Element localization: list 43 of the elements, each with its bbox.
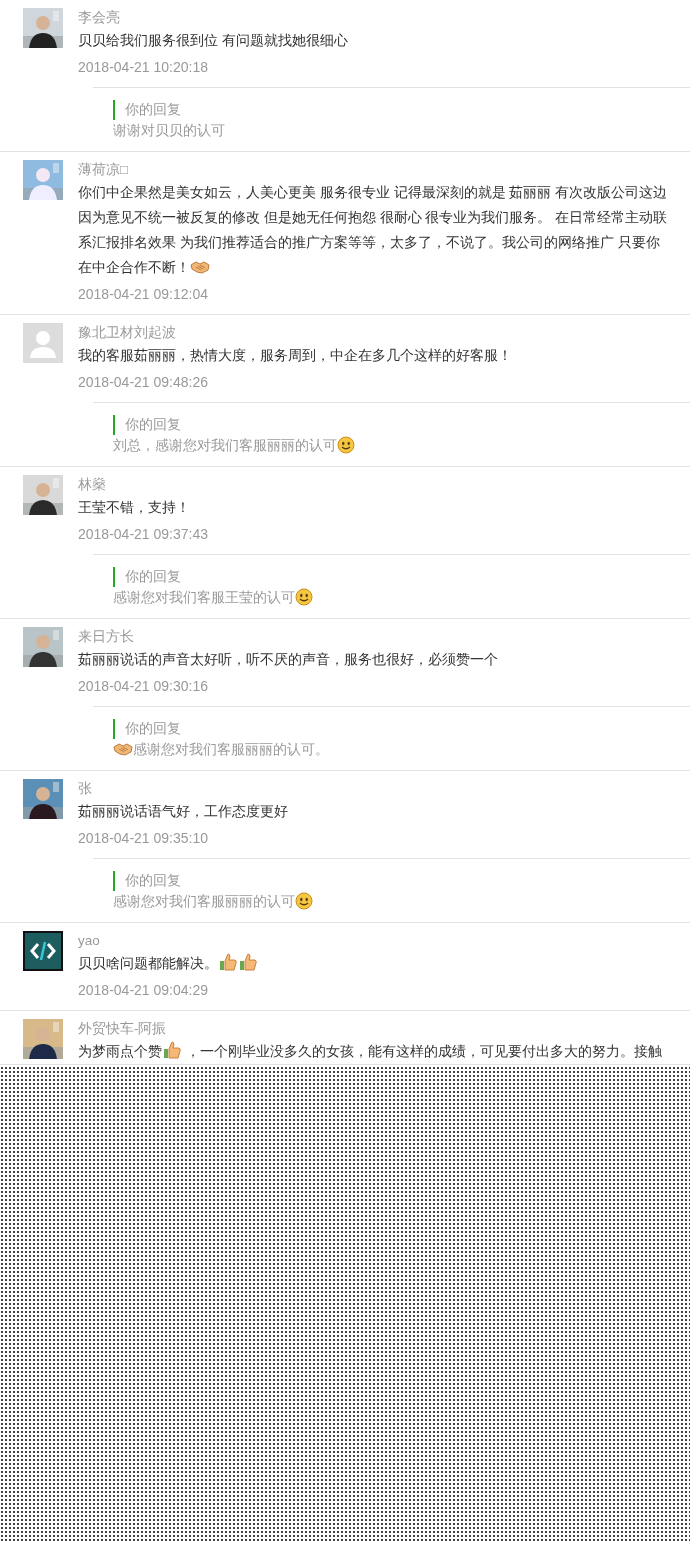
reply-label: 你的回复 <box>113 719 181 739</box>
smile-icon <box>337 436 355 454</box>
comment-text: 贝贝给我们服务很到位 有问题就找她很细心 <box>78 32 349 50</box>
reply-text: 感谢您对我们客服王莹的认可 <box>113 587 690 609</box>
comment-text: 我的客服茹丽丽，热情大度，服务周到，中企在多几个这样的好客服！ <box>78 347 513 365</box>
thumbs-up-icon <box>238 952 258 972</box>
timestamp: 2018-04-21 09:30:16 <box>78 677 209 696</box>
smile-icon <box>295 892 313 910</box>
timestamp: 2018-04-21 09:37:43 <box>78 525 209 544</box>
smile-icon <box>295 588 313 606</box>
reply-text: 谢谢对贝贝的认可 <box>113 122 226 140</box>
user-name: 外贸快车-阿振 <box>78 1020 168 1038</box>
reply-label: 你的回复 <box>113 871 181 891</box>
reply-text: 感谢您对我们客服丽丽的认可。 <box>113 739 690 761</box>
user-name: 林燊 <box>78 476 107 494</box>
timestamp: 2018-04-21 10:20:18 <box>78 58 209 77</box>
comment-text: 你们中企果然是美女如云，人美心更美 服务很专业 记得最深刻的就是 茹丽丽 有次改版公司这边因为意见不统一被反复的修改 但是她无任何抱怨 很耐心 很专业为我们服务。 在日常经常主动联系汇报排名效果 为我们推荐适合的推广方案等等，太多了，不说了。我公司的网络推广 只要你在中企合作不断！ <box>78 184 668 277</box>
handshake-icon <box>113 741 133 757</box>
user-name: 张 <box>78 780 93 798</box>
user-name: 李会亮 <box>78 9 121 27</box>
user-name: yao <box>78 932 101 950</box>
user-name: 薄荷凉□ <box>78 161 130 179</box>
reply-label: 你的回复 <box>113 100 181 120</box>
timestamp: 2018-04-21 09:48:26 <box>78 373 209 392</box>
user-name: 来日方长 <box>78 628 135 646</box>
comment-text: 茹丽丽说话语气好，工作态度更好 <box>78 803 289 821</box>
comment-text: 为梦雨点个赞 ，一个刚毕业没多久的女孩，能有这样的成绩，可见要付出多大的努力。接触 <box>78 1039 670 1064</box>
handshake-icon <box>190 259 210 275</box>
default-avatar-icon <box>23 323 63 363</box>
thumbs-up-icon <box>218 952 238 972</box>
comment-text: 茹丽丽说话的声音太好听，听不厌的声音，服务也很好，必须赞一个 <box>78 651 499 669</box>
reply-label: 你的回复 <box>113 415 181 435</box>
reply-label: 你的回复 <box>113 567 181 587</box>
comment-text: 贝贝啥问题都能解决。 <box>78 951 670 976</box>
timestamp: 2018-04-21 09:35:10 <box>78 829 209 848</box>
comment-text: 王莹不错，支持！ <box>78 499 191 517</box>
timestamp: 2018-04-21 09:12:04 <box>78 285 209 304</box>
code-avatar-icon <box>23 931 63 971</box>
reply-text: 刘总，感谢您对我们客服丽丽的认可 <box>113 435 690 457</box>
thumbs-up-icon <box>162 1040 182 1060</box>
reply-text: 感谢您对我们客服丽丽的认可 <box>113 891 690 913</box>
user-name: 豫北卫材刘起波 <box>78 324 177 342</box>
timestamp: 2018-04-21 09:04:29 <box>78 981 209 1000</box>
